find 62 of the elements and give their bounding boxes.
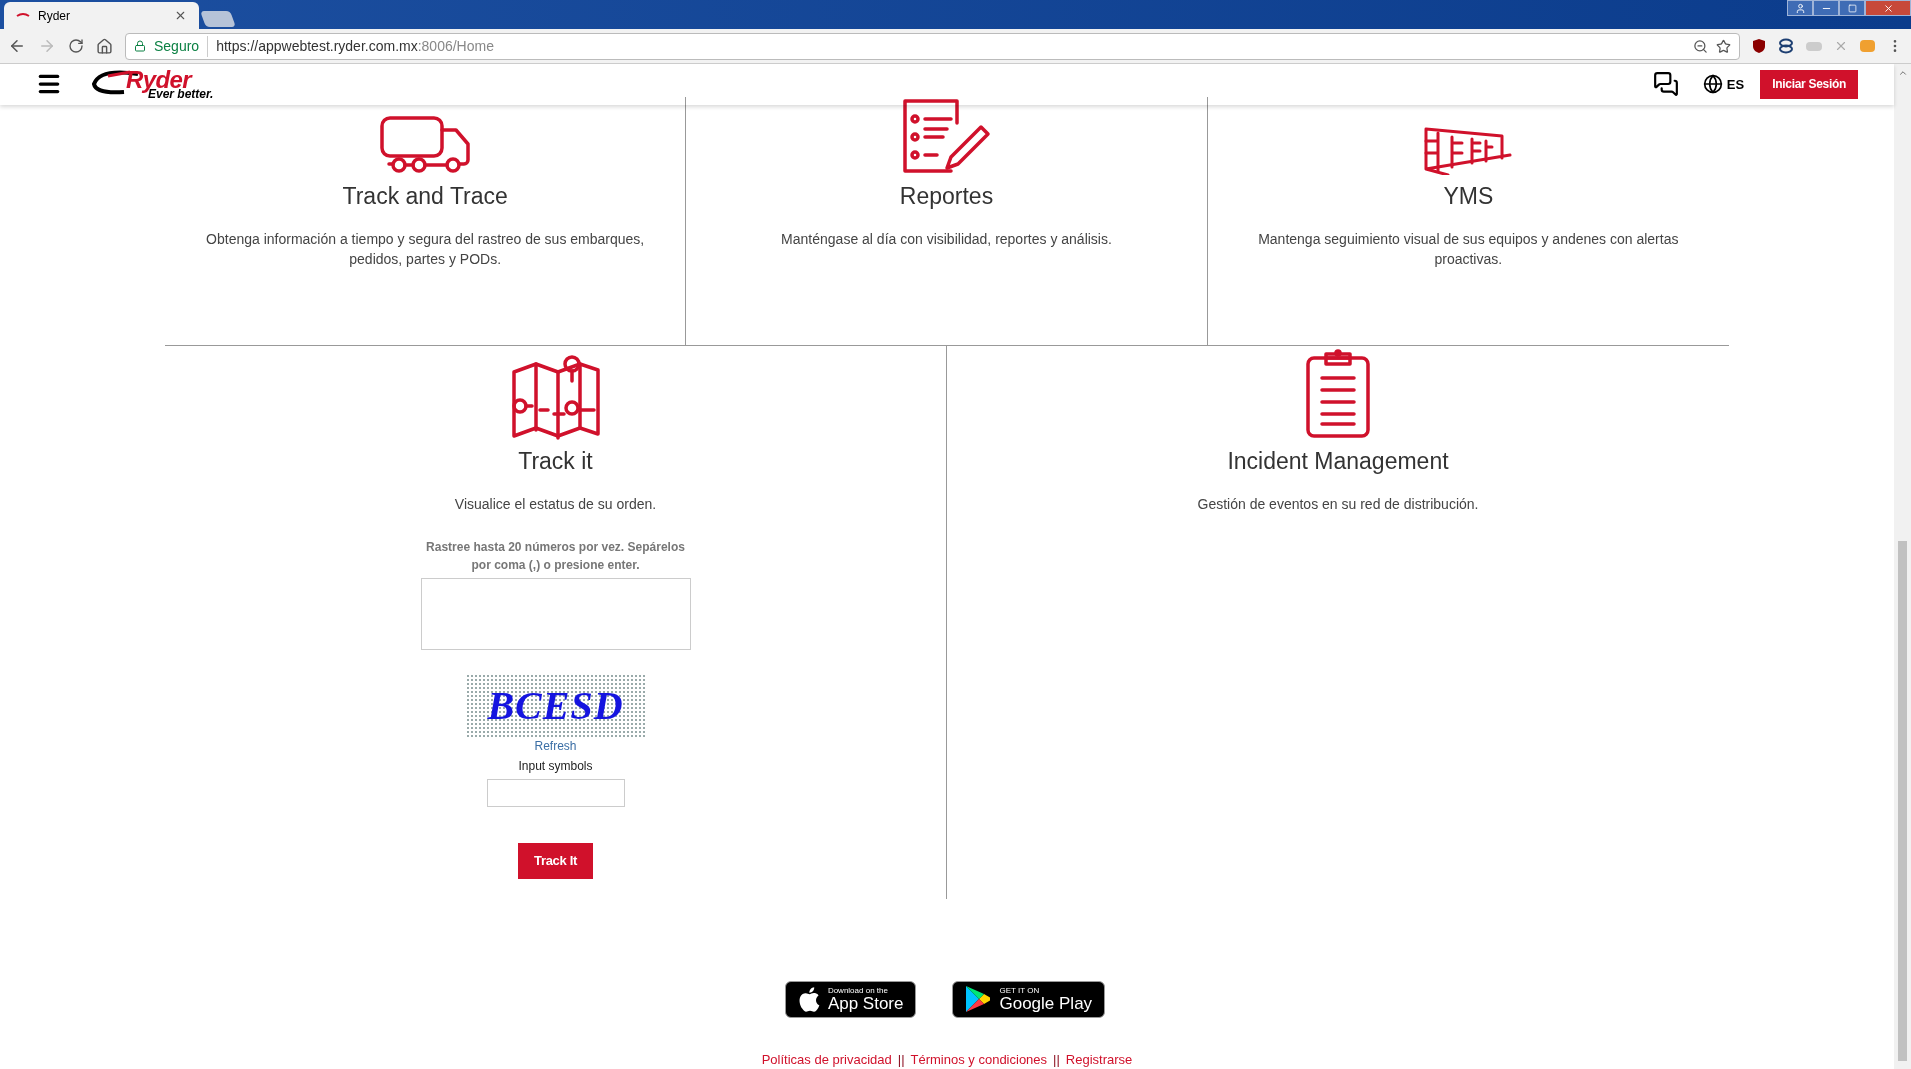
extension-icon[interactable]	[1778, 38, 1794, 54]
minimize-button[interactable]	[1813, 0, 1839, 16]
app-store-badge[interactable]: Download on the App Store	[784, 980, 917, 1018]
link-separator: ||	[897, 1050, 905, 1069]
restore-icon	[1847, 3, 1857, 13]
restore-button[interactable]	[1839, 0, 1865, 16]
module-title[interactable]: Incident Management	[1227, 443, 1449, 478]
module-title[interactable]: YMS	[1443, 178, 1494, 213]
back-icon[interactable]	[8, 37, 26, 55]
badge-store-name: App Store	[827, 994, 904, 1012]
home-icon[interactable]	[96, 37, 113, 55]
person-icon	[1794, 2, 1806, 14]
captcha-field[interactable]	[486, 779, 625, 807]
url-text: https://appwebtest.ryder.com.mx:8006/Home	[216, 36, 495, 56]
module-title[interactable]: Track and Trace	[342, 178, 508, 213]
module-description: Gestión de eventos en su red de distribución.	[1197, 495, 1479, 514]
close-icon[interactable]	[174, 9, 187, 22]
login-button[interactable]: Iniciar Sesión	[1760, 69, 1858, 99]
star-icon[interactable]	[1716, 38, 1731, 54]
report-pencil-icon	[901, 96, 992, 175]
tracking-instructions: Rastree hasta 20 números por vez. Sepárelos por coma (,) o presione enter.	[425, 539, 686, 574]
chat-icon[interactable]	[1652, 71, 1679, 98]
module-description: Mantenga seguimiento visual de sus equipos y andenes con alertas proactivas.	[1257, 230, 1680, 269]
secure-label: Seguro	[154, 35, 209, 57]
apple-icon	[797, 986, 820, 1012]
tab-title: Ryder	[38, 7, 71, 25]
shield-icon[interactable]	[1752, 38, 1766, 54]
address-bar[interactable]: Seguro https://appwebtest.ryder.com.mx:8006/Home	[125, 32, 1740, 60]
module-description: Obtenga información a tiempo y segura del rastreo de sus embarques, pedidos, partes y PODs.	[205, 230, 646, 269]
favicon-icon	[16, 11, 30, 20]
truck-icon	[379, 114, 472, 175]
scrollbar[interactable]	[1894, 64, 1911, 1069]
close-icon	[1882, 2, 1894, 14]
clipboard-icon	[1304, 347, 1372, 440]
refresh-link[interactable]: Refresh	[534, 737, 577, 755]
module-description: Manténgase al día con visibilidad, reportes y análisis.	[781, 230, 1112, 249]
track-it-button[interactable]: Track It	[518, 843, 593, 879]
lock-icon	[134, 40, 146, 52]
footer-link[interactable]: Políticas de privacidad	[761, 1049, 892, 1069]
tracking-numbers-field[interactable]	[420, 578, 691, 650]
reload-icon[interactable]	[68, 38, 84, 54]
scroll-up-icon[interactable]	[1897, 68, 1908, 78]
footer-link[interactable]: Registrarse	[1065, 1049, 1133, 1069]
badge-caption: Download on the	[827, 986, 889, 995]
captcha-label: Input symbols	[518, 758, 593, 775]
zoom-icon[interactable]	[1693, 38, 1708, 54]
link-separator: ||	[1053, 1050, 1060, 1069]
module-title[interactable]: Reportes	[899, 178, 994, 213]
badge-store-name: Google Play	[999, 994, 1093, 1012]
module-title[interactable]: Track it	[518, 443, 593, 478]
captcha-image: BCESD	[465, 674, 646, 737]
badge-caption: GET IT ON	[999, 986, 1041, 995]
ryder-logo[interactable]: Ryder Ever better.	[90, 68, 214, 101]
browser-tab[interactable]: Ryder	[4, 2, 199, 29]
new-tab-button[interactable]	[200, 11, 236, 27]
language-selector[interactable]: ES	[1702, 74, 1745, 95]
play-triangle-icon	[965, 985, 992, 1013]
module-description: Visualice el estatus de su orden.	[454, 495, 657, 514]
map-route-icon	[509, 353, 602, 440]
footer-link[interactable]: Términos y condiciones	[910, 1049, 1048, 1069]
app-store-badge[interactable]: GET IT ON Google Play	[952, 980, 1106, 1018]
profile-button[interactable]	[1787, 0, 1813, 16]
